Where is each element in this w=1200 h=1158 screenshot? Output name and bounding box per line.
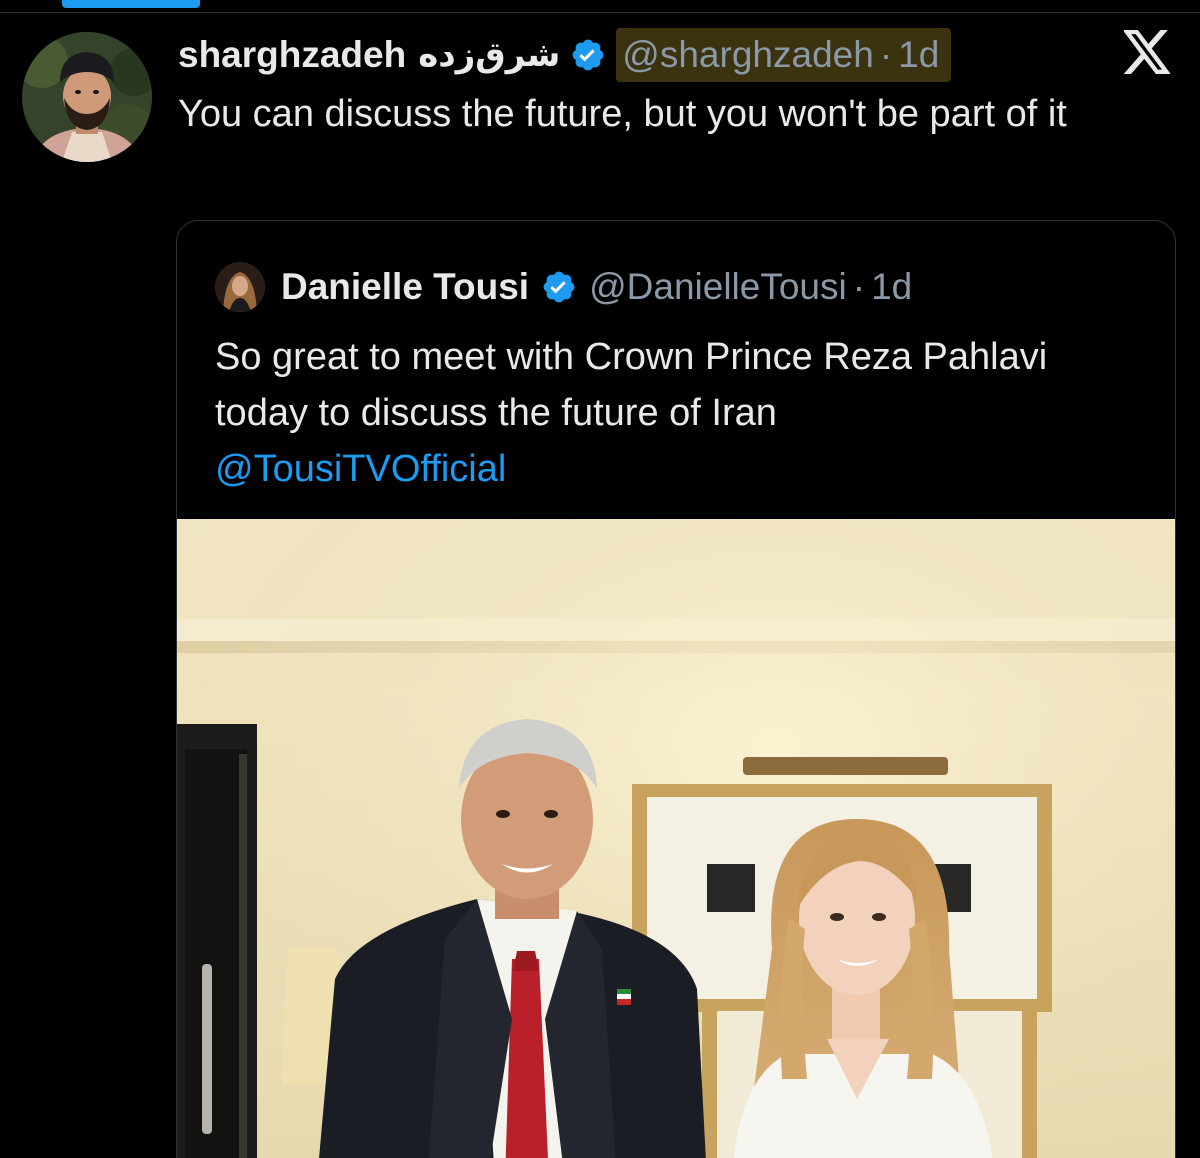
handle-highlight: @sharghzadeh · 1d xyxy=(616,28,952,82)
divider xyxy=(0,12,1200,13)
tweet-text: You can discuss the future, but you won'… xyxy=(178,93,1067,135)
quoted-author-avatar[interactable] xyxy=(215,262,265,312)
quoted-tweet-text: So great to meet with Crown Prince Reza … xyxy=(215,336,1048,434)
quoted-tweet-text-block: So great to meet with Crown Prince Reza … xyxy=(215,329,1145,497)
active-tab-indicator xyxy=(62,0,200,8)
quoted-tweet-timestamp[interactable]: 1d xyxy=(871,266,912,308)
author-display-name-persian[interactable]: شرق‌زده xyxy=(418,35,560,75)
quoted-tweet-header: Danielle Tousi @DanielleTousi · 1d xyxy=(215,259,912,315)
mention-link[interactable]: @TousiTVOfficial xyxy=(215,441,1145,497)
avatar-photo-icon xyxy=(22,32,152,162)
author-handle[interactable]: @sharghzadeh xyxy=(622,34,874,76)
verified-badge-icon[interactable] xyxy=(541,269,577,305)
quoted-tweet-photo[interactable] xyxy=(177,519,1175,1158)
photo-two-people-icon xyxy=(177,519,1175,1158)
tweet-header: sharghzadeh شرق‌زده @sharghzadeh · 1d xyxy=(178,28,952,82)
quoted-tweet-card[interactable]: Danielle Tousi @DanielleTousi · 1d So gr… xyxy=(176,220,1176,1158)
quoted-author-handle[interactable]: @DanielleTousi xyxy=(589,266,847,308)
separator-dot: · xyxy=(852,266,866,307)
tweet-timestamp[interactable]: 1d xyxy=(898,34,939,76)
quoted-avatar-photo-icon xyxy=(215,262,265,312)
author-display-name[interactable]: sharghzadeh xyxy=(178,34,406,76)
separator-dot: · xyxy=(879,34,893,75)
author-avatar[interactable] xyxy=(22,32,152,162)
x-logo-icon[interactable] xyxy=(1122,30,1172,74)
quoted-author-display-name[interactable]: Danielle Tousi xyxy=(281,266,529,308)
tweet-screen: sharghzadeh شرق‌زده @sharghzadeh · 1d Yo… xyxy=(0,0,1200,1158)
verified-badge-icon[interactable] xyxy=(570,37,606,73)
